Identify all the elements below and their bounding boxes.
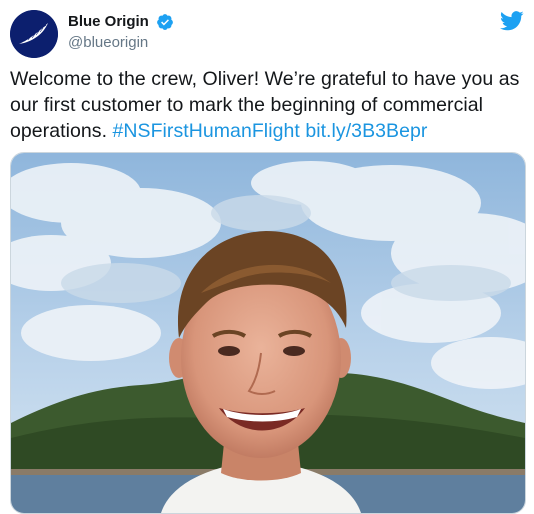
author-info: Blue Origin @blueorigin	[68, 12, 174, 53]
feather-logo-icon	[10, 10, 58, 58]
author-display-name[interactable]: Blue Origin	[68, 12, 149, 32]
twitter-bird-icon[interactable]	[500, 10, 524, 32]
hashtag-link[interactable]: #NSFirstHumanFlight	[113, 120, 300, 142]
avatar[interactable]	[10, 10, 58, 58]
tweet-text: Welcome to the crew, Oliver! We’re grate…	[10, 66, 528, 144]
photo-image	[11, 153, 525, 513]
url-link[interactable]: bit.ly/3B3Bepr	[305, 120, 427, 142]
verified-badge-icon	[157, 14, 174, 30]
tweet-header: Blue Origin @blueorigin	[10, 10, 524, 60]
author-handle[interactable]: @blueorigin	[68, 33, 174, 53]
tweet-photo[interactable]	[10, 152, 526, 514]
